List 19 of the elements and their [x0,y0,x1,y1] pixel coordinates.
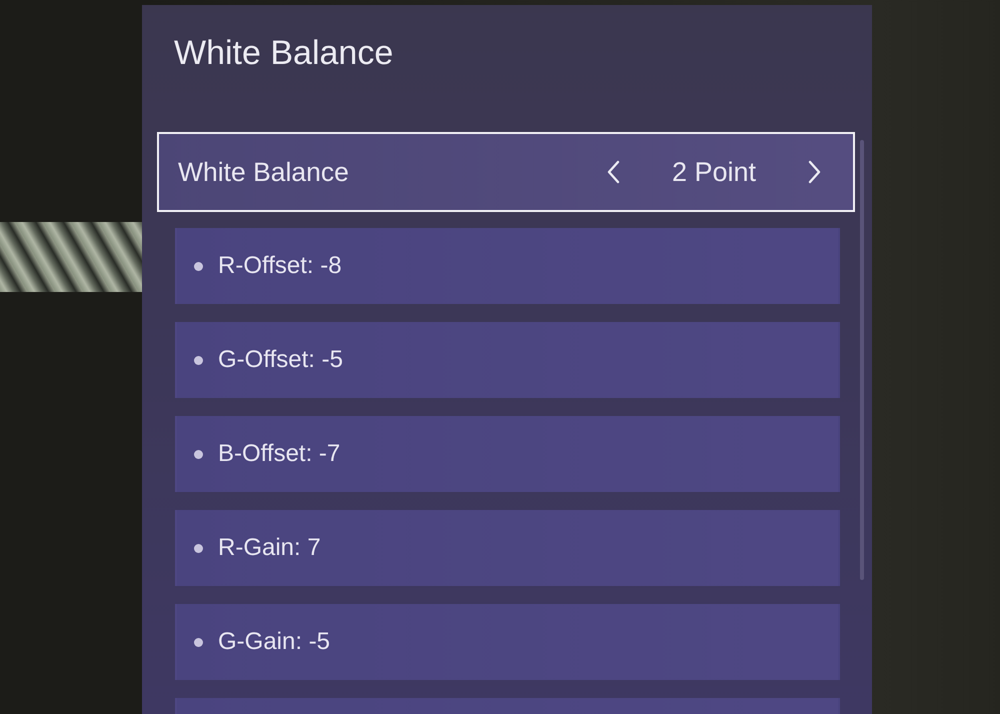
setting-item[interactable]: R-Offset: -8 [175,228,840,304]
setting-item[interactable]: B-Offset: -7 [175,416,840,492]
setting-item[interactable]: G-Offset: -5 [175,322,840,398]
next-button[interactable] [808,160,822,184]
setting-item[interactable]: G-Gain: -5 [175,604,840,680]
previous-button[interactable] [606,160,620,184]
bullet-icon [194,356,203,364]
setting-item[interactable]: R-Gain: 7 [175,510,840,586]
scrollbar[interactable] [860,140,864,580]
bullet-icon [194,638,203,646]
bullet-icon [194,450,203,458]
chevron-right-icon [808,160,822,184]
menu-title: White Balance [173,33,394,74]
chevron-left-icon [606,160,620,184]
selector-value: 2 Point [670,156,758,188]
option-selector[interactable]: White Balance 2 Point [157,132,855,212]
selector-label: White Balance [178,156,349,188]
bullet-icon [194,262,203,270]
bullet-icon [194,544,203,552]
